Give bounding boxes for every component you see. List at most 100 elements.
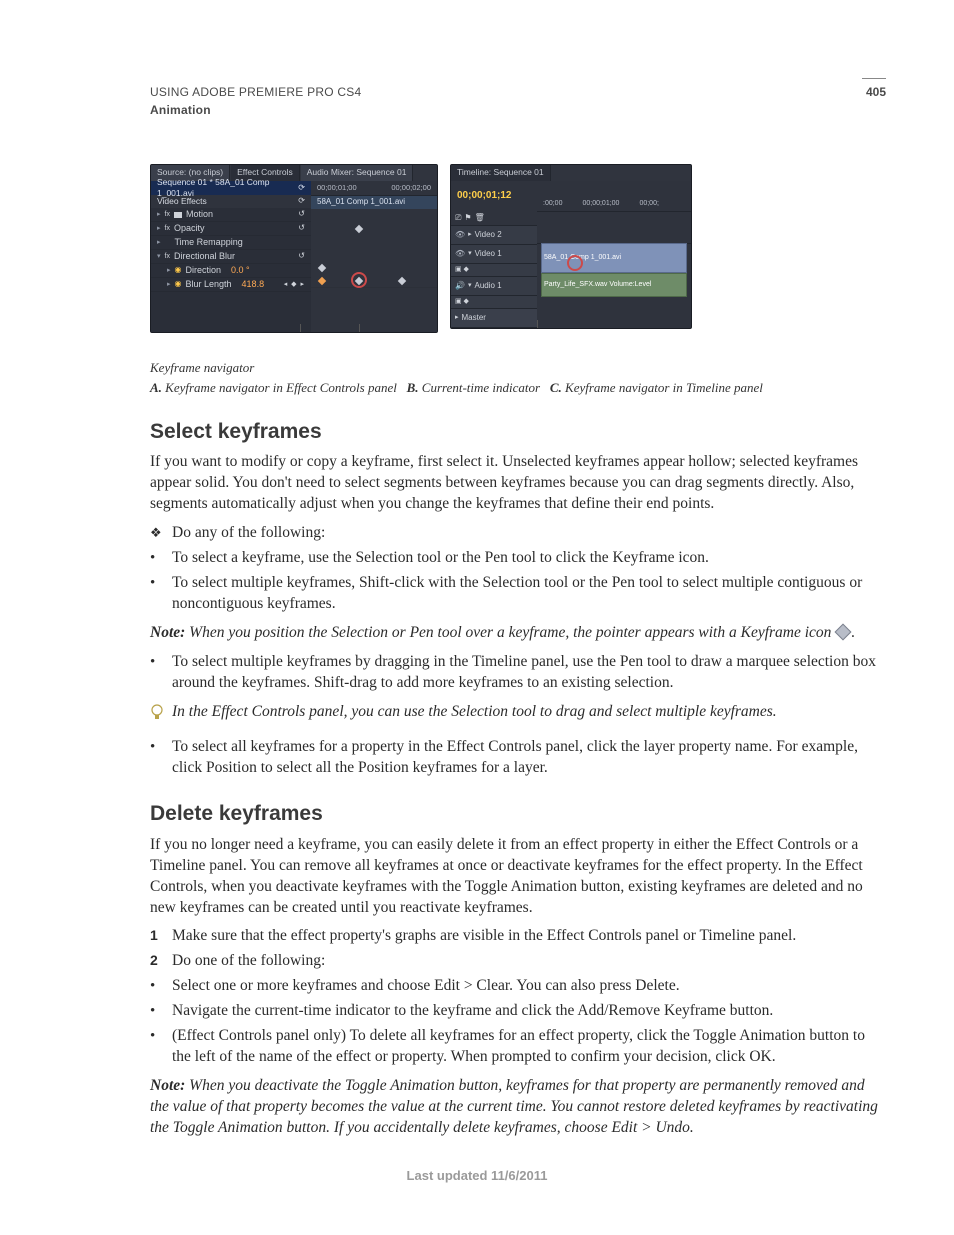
tl-clip-v1[interactable]: 58A_01 Comp 1_001.avi bbox=[541, 243, 687, 273]
list-text: To select multiple keyframes by dragging… bbox=[172, 652, 886, 694]
ec-time-ruler[interactable]: 00;00;01;00 00;00;02;00 bbox=[311, 181, 437, 196]
disclosure-icon: ▸ bbox=[157, 210, 161, 219]
timeline-panel: Timeline: Sequence 01 00;00;01;12 ⎚ ⚑ 🗑 bbox=[450, 164, 692, 329]
ec-blur-length-label: Blur Length bbox=[186, 278, 232, 290]
delete-keyframes-intro: If you no longer need a keyframe, you ca… bbox=[150, 835, 886, 919]
list-item: Navigate the current-time indicator to t… bbox=[150, 1001, 886, 1022]
list-text: Do any of the following: bbox=[172, 523, 886, 544]
ec-tab-audio-mixer[interactable]: Audio Mixer: Sequence 01 bbox=[301, 165, 414, 180]
bullet-icon bbox=[150, 1026, 172, 1068]
ec-row-time-remap[interactable]: ▸ Time Remapping bbox=[151, 236, 311, 250]
tl-track-v2[interactable]: 👁 ▸ Video 2 bbox=[451, 226, 537, 245]
keyframe-icon[interactable] bbox=[355, 224, 363, 232]
tl-track-headers: ⎚ ⚑ 🗑 👁 ▸ Video 2 👁 ▾ bbox=[451, 211, 537, 328]
ec-lane-blur-length bbox=[311, 274, 437, 288]
note-label: Note: bbox=[150, 624, 185, 641]
select-keyframes-intro: If you want to modify or copy a keyframe… bbox=[150, 452, 886, 515]
marker-icon[interactable]: ⚑ bbox=[464, 213, 471, 224]
stopwatch-icon[interactable]: ◉ bbox=[175, 279, 182, 290]
callout-tick bbox=[359, 324, 360, 333]
note-pointer-keyframe: Note: When you position the Selection or… bbox=[150, 623, 886, 644]
reset-icon[interactable]: ↺ bbox=[298, 223, 305, 234]
ec-row-direction[interactable]: ▸ ◉ Direction 0.0 ° bbox=[151, 264, 311, 278]
tl-track-v1[interactable]: 👁 ▾ Video 1 bbox=[451, 245, 537, 264]
tip: In the Effect Controls panel, you can us… bbox=[150, 702, 886, 727]
eye-icon[interactable]: 👁 bbox=[455, 249, 465, 260]
eye-icon[interactable]: 👁 bbox=[455, 230, 465, 241]
keyframe-icon[interactable] bbox=[318, 276, 326, 284]
legend-b-text: Current-time indicator bbox=[422, 380, 540, 395]
list-item: To select multiple keyframes, Shift-clic… bbox=[150, 573, 886, 615]
speaker-icon[interactable]: 🔊 bbox=[455, 281, 465, 292]
ec-motion-label: Motion bbox=[186, 208, 213, 220]
reset-icon[interactable]: ↺ bbox=[298, 209, 305, 220]
list-text: Select one or more keyframes and choose … bbox=[172, 976, 886, 997]
ec-direction-value[interactable]: 0.0 ° bbox=[231, 264, 250, 276]
tl-track-master[interactable]: ▸ Master bbox=[451, 309, 537, 328]
callout-tick bbox=[537, 320, 538, 329]
running-header: USING ADOBE PREMIERE PRO CS4 Animation bbox=[150, 84, 361, 118]
heading-select-keyframes: Select keyframes bbox=[150, 418, 886, 446]
legend-a-letter: A. bbox=[150, 380, 162, 395]
callout-tick bbox=[300, 324, 301, 333]
ec-time-a: 00;00;01;00 bbox=[317, 183, 357, 193]
tl-track-v1-sub[interactable]: ▣ ◆ bbox=[451, 264, 537, 277]
tl-time-ruler[interactable]: :00;00 00;00;01;00 00;00; bbox=[537, 197, 691, 212]
stopwatch-icon[interactable]: ◉ bbox=[175, 265, 182, 276]
keyframe-icon[interactable] bbox=[398, 276, 406, 284]
legend-c-text: Keyframe navigator in Timeline panel bbox=[565, 380, 763, 395]
disclosure-icon: ▸ bbox=[455, 313, 459, 322]
legend-c-letter: C. bbox=[550, 380, 562, 395]
track-options-icon[interactable]: ▣ ◆ bbox=[455, 297, 469, 306]
sync-icon[interactable]: ⟳ bbox=[298, 183, 305, 194]
callout-circle-icon bbox=[351, 272, 367, 288]
page: USING ADOBE PREMIERE PRO CS4 Animation 4… bbox=[0, 0, 954, 1235]
running-header-section: Animation bbox=[150, 102, 361, 118]
figure-caption: Keyframe navigator bbox=[150, 359, 886, 377]
tl-ruler-0: :00;00 bbox=[543, 199, 562, 208]
tl-clip-a1[interactable]: Party_Life_SFX.wav Volume:Level bbox=[541, 273, 687, 297]
tl-tab[interactable]: Timeline: Sequence 01 bbox=[451, 165, 551, 180]
tl-lane-v2 bbox=[537, 225, 691, 244]
ec-time-remap-label: Time Remapping bbox=[175, 236, 243, 248]
keyframe-icon[interactable] bbox=[318, 263, 326, 271]
ec-clip-title: 58A_01 Comp 1_001.avi bbox=[317, 197, 405, 208]
disclosure-icon: ▸ bbox=[167, 266, 171, 275]
disclosure-icon: ▸ bbox=[157, 224, 161, 233]
link-icon[interactable]: ⟳ bbox=[298, 196, 305, 207]
select-keyframes-list: Do any of the following: To select a key… bbox=[150, 523, 886, 615]
ec-lane-motion bbox=[311, 209, 437, 223]
ec-keyframe-area[interactable] bbox=[311, 209, 437, 287]
list-text: (Effect Controls panel only) To delete a… bbox=[172, 1026, 886, 1068]
note-text: When you position the Selection or Pen t… bbox=[189, 624, 831, 641]
footer-updated: Last updated 11/6/2011 bbox=[0, 1167, 954, 1185]
ec-row-dir-blur[interactable]: ▾ fx Directional Blur ↺ bbox=[151, 250, 311, 264]
legend-a-text: Keyframe navigator in Effect Controls pa… bbox=[165, 380, 397, 395]
ec-row-blur-length[interactable]: ▸ ◉ Blur Length 418.8 ◂ ◆ ▸ bbox=[151, 278, 311, 292]
disclosure-icon: ▾ bbox=[157, 252, 161, 261]
track-options-icon[interactable]: ▣ ◆ bbox=[455, 265, 469, 274]
tl-track-a1-sub[interactable]: ▣ ◆ bbox=[451, 296, 537, 309]
legend-b-letter: B. bbox=[407, 380, 419, 395]
snap-icon[interactable]: ⎚ bbox=[455, 213, 461, 224]
ec-empty bbox=[151, 292, 311, 332]
tl-track-a1[interactable]: 🔊 ▾ Audio 1 bbox=[451, 277, 537, 296]
ec-row-opacity[interactable]: ▸ fx Opacity ↺ bbox=[151, 222, 311, 236]
header-rule bbox=[862, 78, 886, 79]
fx-icon: fx bbox=[165, 224, 170, 233]
tl-timecode[interactable]: 00;00;01;12 bbox=[457, 189, 511, 203]
tl-v1-label: Video 1 bbox=[475, 249, 502, 260]
select-keyframes-list-3: To select all keyframes for a property i… bbox=[150, 737, 886, 779]
keyframe-navigator-icon[interactable]: ◂ ◆ ▸ bbox=[284, 280, 305, 289]
trash-icon[interactable]: 🗑 bbox=[475, 213, 485, 224]
list-item: Do any of the following: bbox=[150, 523, 886, 544]
tl-clip-area[interactable]: :00;00 00;00;01;00 00;00; 58A_01 Comp 1_… bbox=[537, 211, 691, 328]
ec-row-motion[interactable]: ▸ fx Motion ↺ bbox=[151, 208, 311, 222]
note-toggle-animation: Note: When you deactivate the Toggle Ani… bbox=[150, 1076, 886, 1139]
reset-icon[interactable]: ↺ bbox=[298, 251, 305, 262]
list-item: To select all keyframes for a property i… bbox=[150, 737, 886, 779]
lightbulb-icon bbox=[150, 704, 164, 729]
ec-blur-length-value[interactable]: 418.8 bbox=[242, 278, 265, 290]
keyframe-icon bbox=[835, 623, 852, 640]
ec-body: Sequence 01 * 58A_01 Comp 1_001.avi ⟳ Vi… bbox=[151, 181, 437, 332]
